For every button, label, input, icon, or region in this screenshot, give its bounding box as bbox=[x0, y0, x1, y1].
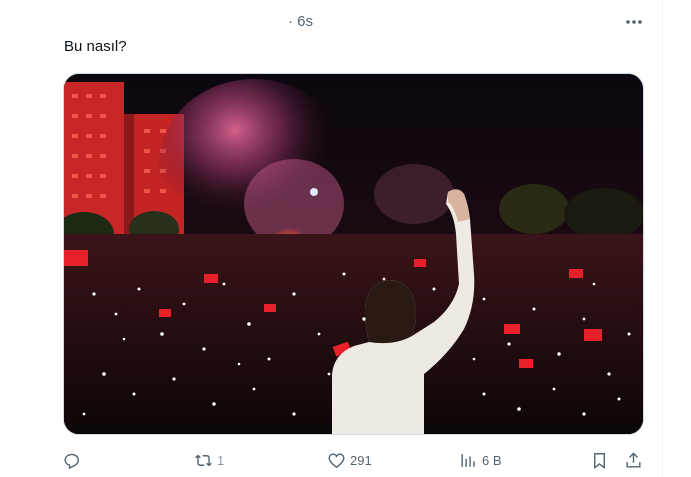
like-count: 291 bbox=[350, 452, 372, 468]
tweet-timestamp[interactable]: · 6s bbox=[288, 12, 313, 32]
reply-button[interactable] bbox=[62, 448, 81, 472]
retweet-button[interactable]: 1 bbox=[194, 448, 224, 472]
tweet-page: · 6s Bu nasıl? 1 291 6 B bbox=[0, 0, 691, 477]
like-button[interactable]: 291 bbox=[327, 448, 372, 472]
retweet-count: 1 bbox=[217, 452, 225, 468]
retweet-icon bbox=[195, 454, 212, 466]
more-icon bbox=[626, 20, 642, 24]
views-bar-icon bbox=[461, 453, 475, 467]
tweet-photo[interactable] bbox=[63, 73, 644, 435]
bookmark-button[interactable] bbox=[590, 448, 609, 472]
bookmark-icon bbox=[594, 452, 605, 469]
photo-image bbox=[64, 74, 643, 434]
tweet-actions: 1 291 6 B bbox=[0, 448, 662, 472]
share-button[interactable] bbox=[624, 448, 643, 472]
views-count: 6 B bbox=[482, 452, 502, 468]
timeline-border bbox=[662, 0, 663, 477]
tweet-text: Bu nasıl? bbox=[64, 38, 127, 55]
views-button[interactable]: 6 B bbox=[459, 448, 502, 472]
share-icon bbox=[626, 451, 641, 468]
heart-icon bbox=[328, 452, 345, 468]
reply-icon bbox=[64, 453, 79, 469]
more-options-button[interactable] bbox=[622, 11, 646, 33]
